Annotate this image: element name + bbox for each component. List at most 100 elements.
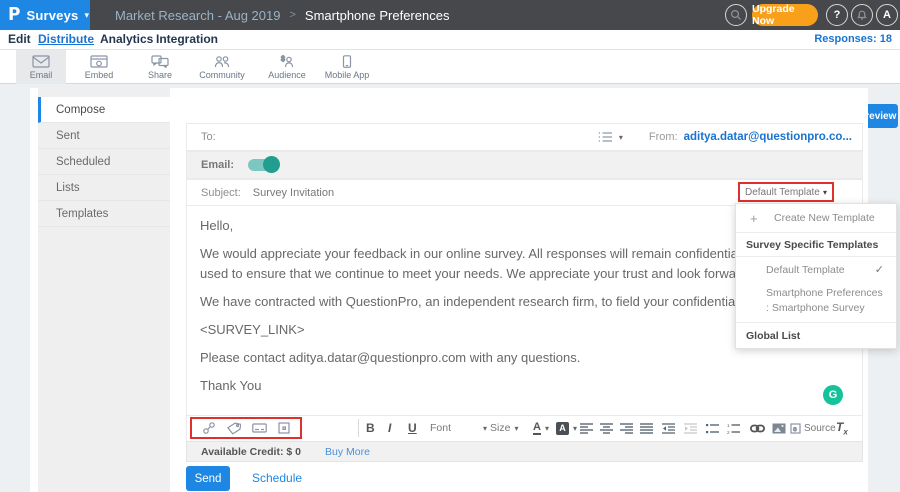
product-name: Surveys (26, 8, 78, 23)
to-label: To: (201, 131, 216, 143)
channel-tab-share[interactable]: Share (134, 50, 186, 84)
underline-label: U (408, 421, 417, 435)
source-doc-icon: o (790, 423, 801, 434)
tab-distribute[interactable]: Distribute (38, 30, 94, 50)
align-center-button[interactable] (600, 418, 614, 438)
bold-button[interactable]: B (366, 418, 375, 438)
upgrade-now-button[interactable]: Upgrade Now (752, 4, 818, 26)
share-bubbles-icon (151, 55, 169, 68)
sidebar-item-sent[interactable]: Sent (38, 123, 170, 149)
sidebar-item-compose[interactable]: Compose (38, 97, 170, 123)
create-new-template-label: Create New Template (774, 212, 875, 224)
decrease-indent-button[interactable] (662, 418, 676, 438)
to-row[interactable]: To: ▾ From: aditya.datar@questionpro.co.… (186, 123, 863, 151)
grammarly-badge[interactable]: G (823, 385, 843, 405)
sidebar-item-scheduled[interactable]: Scheduled (38, 149, 170, 175)
channel-label: Embed (85, 70, 114, 80)
questionpro-distribute-screen: P Surveys ▾ Market Research - Aug 2019 >… (0, 0, 900, 492)
default-template-label: Default Template (766, 264, 845, 276)
from-address-link[interactable]: aditya.datar@questionpro.co... (684, 131, 852, 143)
menu-item-create-new-template[interactable]: + Create New Template (736, 204, 896, 233)
underline-button[interactable]: U (408, 418, 417, 438)
notifications-button[interactable] (851, 4, 873, 26)
insert-link-icon[interactable] (202, 421, 216, 435)
channel-label: Share (148, 70, 172, 80)
tab-integration[interactable]: Integration (156, 30, 218, 50)
template-selected-value: Default Template (745, 187, 820, 198)
text-color-button[interactable]: A ▾ (533, 418, 549, 438)
hyperlink-button[interactable] (750, 418, 765, 438)
font-label: Font (430, 422, 451, 434)
tab-edit[interactable]: Edit (8, 30, 31, 50)
surveys-menu[interactable]: P Surveys ▾ (0, 0, 90, 30)
channel-tab-email[interactable]: Email (16, 50, 66, 84)
svg-text:o: o (793, 427, 797, 433)
template-name-line1: Smartphone Preferences (766, 286, 896, 301)
channel-tab-community[interactable]: Community (192, 50, 252, 84)
responses-count[interactable]: Responses: 18 (814, 30, 892, 50)
increase-indent-button-disabled[interactable] (684, 418, 698, 438)
community-people-icon (213, 55, 231, 68)
help-button[interactable]: ? (826, 4, 848, 26)
check-icon: ✓ (875, 257, 884, 283)
channel-tab-audience[interactable]: $ Audience (260, 50, 314, 84)
questionpro-logo-icon: P (8, 5, 20, 26)
plus-icon: + (750, 204, 758, 233)
contact-list-icon[interactable] (598, 131, 613, 143)
align-justify-button[interactable] (640, 418, 654, 438)
size-dropdown[interactable]: Size ▾ (490, 418, 518, 438)
numbered-list-button[interactable]: 12 (727, 418, 741, 438)
breadcrumb-separator-icon: > (289, 9, 295, 21)
svg-text:1: 1 (727, 423, 730, 428)
list-caret-icon[interactable]: ▾ (619, 133, 623, 142)
body-line: Thank You (200, 376, 855, 396)
template-dropdown-menu: + Create New Template Survey Specific Te… (735, 203, 897, 349)
align-right-button[interactable] (620, 418, 634, 438)
chevron-down-icon: ▾ (84, 10, 89, 21)
menu-section-global-list[interactable]: Global List (736, 322, 896, 348)
template-select[interactable]: Default Template ▾ (738, 182, 834, 202)
source-button[interactable]: o Source (790, 418, 836, 438)
menu-section-survey-specific: Survey Specific Templates (736, 233, 896, 257)
question-icon: ? (834, 9, 841, 21)
smartphone-icon (338, 55, 356, 68)
toggle-knob (263, 156, 280, 173)
envelope-icon (32, 55, 50, 68)
italic-button[interactable]: I (388, 418, 391, 438)
tab-analytics[interactable]: Analytics (100, 30, 153, 50)
align-left-button[interactable] (580, 418, 594, 438)
insert-image-button[interactable] (772, 418, 786, 438)
sidebar-item-lists[interactable]: Lists (38, 175, 170, 201)
breadcrumb-folder[interactable]: Market Research - Aug 2019 (115, 8, 280, 23)
embed-survey-icon[interactable] (278, 422, 290, 434)
channel-label: Audience (268, 70, 306, 80)
channel-tab-embed[interactable]: Embed (73, 50, 125, 84)
menu-item-default-template[interactable]: Default Template ✓ (736, 257, 896, 283)
font-dropdown[interactable]: Font ▾ (430, 418, 487, 438)
email-toggle-row: Email: (186, 151, 863, 179)
italic-label: I (388, 421, 391, 435)
search-button[interactable] (725, 4, 747, 26)
mail-merge-field-icon[interactable] (252, 423, 267, 433)
remove-format-button[interactable]: Tx (836, 418, 848, 438)
size-label: Size (490, 422, 510, 434)
available-credit-label: Available Credit: $ 0 (201, 446, 301, 458)
chevron-down-icon: ▾ (573, 424, 577, 433)
menu-item-smartphone-preferences-template[interactable]: Smartphone Preferences : Smartphone Surv… (736, 283, 896, 322)
background-color-button[interactable]: A ▾ (556, 418, 577, 438)
from-label: From: (649, 131, 678, 143)
credit-bar: Available Credit: $ 0 Buy More (186, 441, 863, 462)
avatar-letter: A (883, 9, 891, 21)
tag-icon[interactable] (227, 422, 241, 435)
merge-tools-group-highlighted (190, 417, 302, 439)
subject-value[interactable]: Survey Invitation (253, 187, 334, 199)
email-toggle[interactable] (248, 159, 278, 171)
account-avatar[interactable]: A (876, 4, 898, 26)
channel-tab-mobile-app[interactable]: Mobile App (316, 50, 378, 84)
top-bar: P Surveys ▾ Market Research - Aug 2019 >… (0, 0, 900, 30)
bulleted-list-button[interactable] (706, 418, 720, 438)
buy-more-link[interactable]: Buy More (325, 446, 370, 458)
send-button[interactable]: Send (186, 466, 230, 491)
sidebar-item-templates[interactable]: Templates (38, 201, 170, 227)
schedule-link[interactable]: Schedule (252, 471, 302, 485)
